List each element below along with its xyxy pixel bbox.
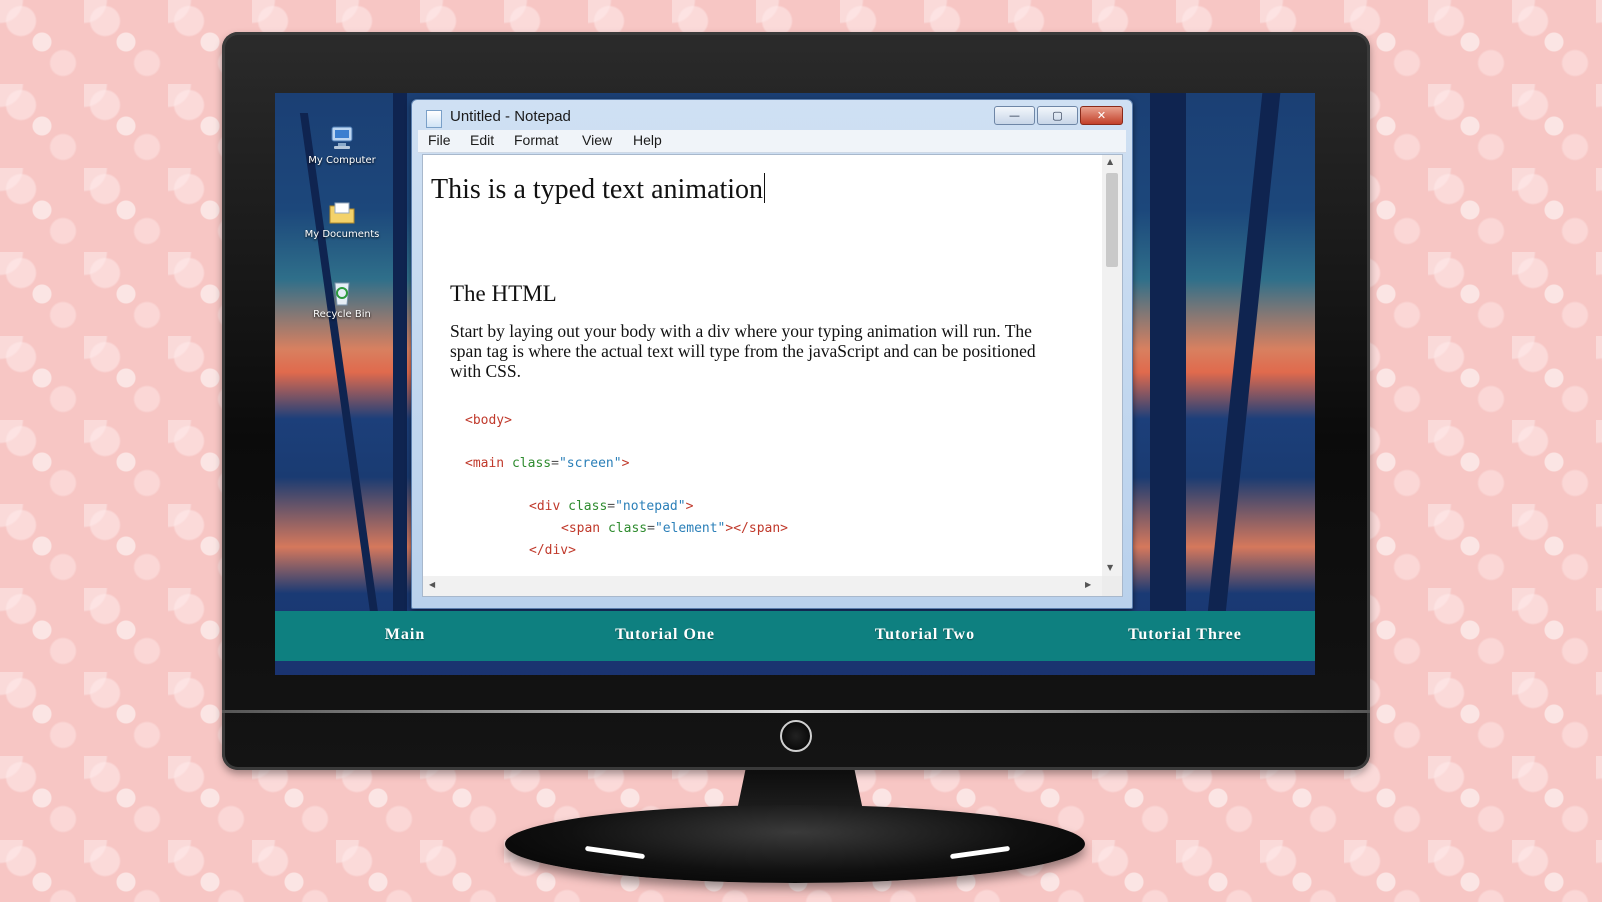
horizontal-scrollbar[interactable]: ◀ ▶ xyxy=(422,576,1104,597)
code-line: <main class="screen"> xyxy=(465,456,630,471)
nav-main[interactable]: Main xyxy=(275,611,535,661)
code-attr: class xyxy=(511,456,552,471)
code-value: "screen" xyxy=(558,456,622,471)
scroll-thumb[interactable] xyxy=(1106,173,1118,267)
computer-icon xyxy=(331,126,353,149)
menu-file[interactable]: File xyxy=(428,132,451,148)
scroll-left-icon[interactable]: ◀ xyxy=(429,580,435,589)
nav-tutorial-one[interactable]: Tutorial One xyxy=(535,611,795,661)
menu-bar: File Edit Format View Help xyxy=(418,130,1126,153)
code-tag: > xyxy=(621,456,630,471)
nav-bar: Main Tutorial One Tutorial Two Tutorial … xyxy=(275,611,1315,661)
text-caret xyxy=(764,173,766,203)
code-tag: </div> xyxy=(529,543,576,558)
recycle-bin-icon xyxy=(334,282,350,306)
scroll-down-icon[interactable]: ▼ xyxy=(1107,563,1113,572)
code-tag: <main xyxy=(465,456,505,471)
resize-grip[interactable] xyxy=(1102,576,1123,597)
close-button[interactable]: ✕ xyxy=(1080,106,1123,125)
desktop-screen: My Computer My Documents Recycle Bin Unt… xyxy=(275,93,1315,675)
code-attr: class xyxy=(568,499,608,514)
vertical-scrollbar[interactable]: ▲ ▼ xyxy=(1102,154,1123,578)
desktop-icon-my-computer[interactable]: My Computer xyxy=(297,123,387,166)
monitor-stand-base xyxy=(505,805,1085,883)
section-title: The HTML xyxy=(450,281,557,306)
code-line: <body> xyxy=(465,413,512,428)
desktop-icon-label: Recycle Bin xyxy=(313,309,371,320)
section-paragraph: Start by laying out your body with a div… xyxy=(450,321,1036,381)
wallpaper-tree xyxy=(393,93,407,613)
code-tag: ></span> xyxy=(725,521,789,536)
code-tag: <div xyxy=(529,499,561,514)
code-tag: <span xyxy=(561,521,601,536)
code-line: <span class="element"></span> xyxy=(561,521,789,536)
menu-help[interactable]: Help xyxy=(633,132,662,148)
nav-tutorial-two[interactable]: Tutorial Two xyxy=(795,611,1055,661)
notepad-icon xyxy=(426,110,442,128)
code-line: <div class="notepad"> xyxy=(529,499,694,514)
code-attr: class xyxy=(607,521,648,536)
code-tag: > xyxy=(685,499,694,514)
wallpaper-tree xyxy=(299,113,379,613)
maximize-button[interactable]: ▢ xyxy=(1037,106,1078,125)
window-title: Untitled - Notepad xyxy=(450,108,571,125)
wallpaper-tree xyxy=(1207,93,1281,613)
folder-icon xyxy=(329,202,355,224)
monitor-chin-highlight xyxy=(222,710,1370,713)
minimize-button[interactable]: — xyxy=(994,106,1035,125)
code-tag: <body> xyxy=(465,413,512,428)
typed-text: This is a typed text animation xyxy=(431,173,766,206)
wallpaper-tree xyxy=(1150,93,1186,613)
desktop-icon-my-documents[interactable]: My Documents xyxy=(297,197,387,240)
menu-view[interactable]: View xyxy=(582,132,612,148)
scroll-up-icon[interactable]: ▲ xyxy=(1107,157,1113,166)
nav-tutorial-three[interactable]: Tutorial Three xyxy=(1055,611,1315,661)
code-value: "element" xyxy=(654,521,726,536)
desktop-icon-label: My Documents xyxy=(304,229,380,240)
desktop-icon-recycle-bin[interactable]: Recycle Bin xyxy=(297,277,387,320)
menu-format[interactable]: Format xyxy=(514,132,558,148)
text-edit-area[interactable]: This is a typed text animation The HTML … xyxy=(422,154,1104,578)
desktop-icon-label: My Computer xyxy=(308,155,376,166)
code-line: </div> xyxy=(529,543,576,558)
typed-text-content: This is a typed text animation xyxy=(431,174,764,205)
notepad-window[interactable]: Untitled - Notepad — ▢ ✕ File Edit Forma… xyxy=(411,99,1133,609)
power-button[interactable] xyxy=(780,720,812,752)
code-value: "notepad" xyxy=(615,499,686,514)
scroll-right-icon[interactable]: ▶ xyxy=(1085,580,1091,589)
menu-edit[interactable]: Edit xyxy=(470,132,494,148)
title-bar[interactable]: Untitled - Notepad — ▢ ✕ xyxy=(412,100,1132,130)
